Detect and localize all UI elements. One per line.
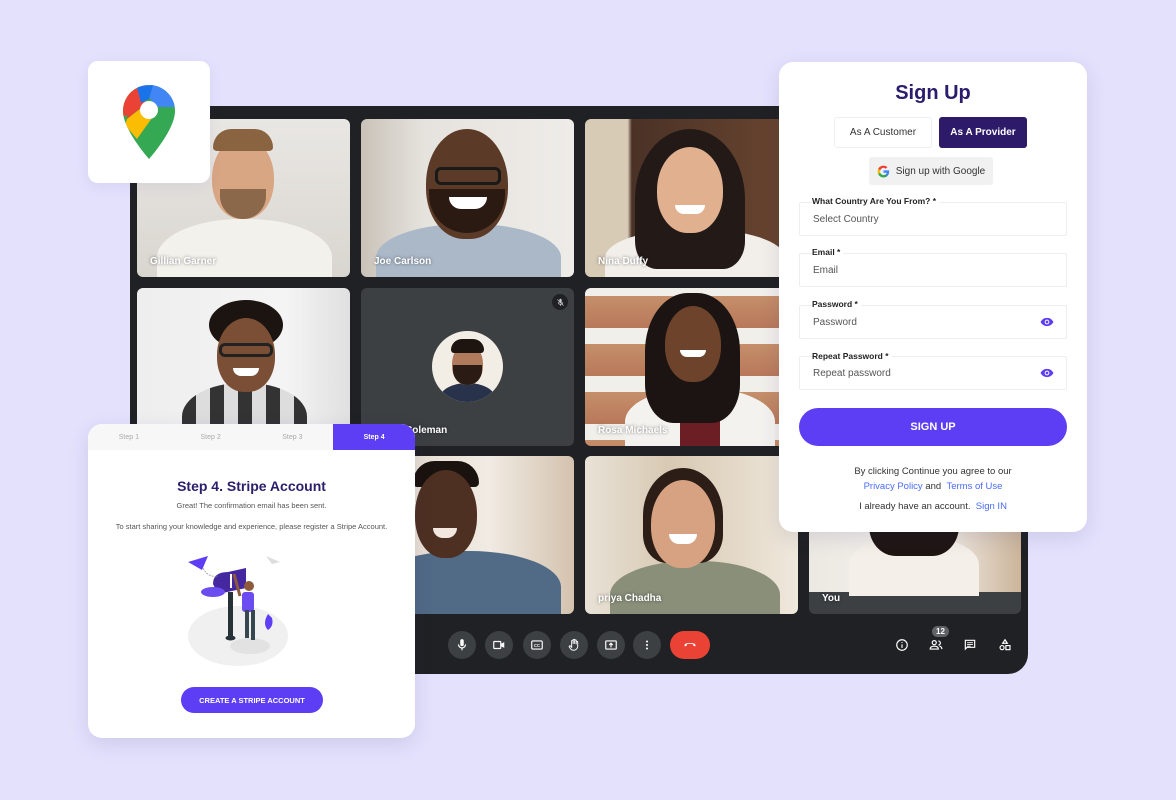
- email-field[interactable]: Email: [799, 253, 1067, 287]
- participant-video: [361, 119, 574, 277]
- step-tab-4[interactable]: Step 4: [333, 424, 415, 450]
- mic-muted-icon: [552, 294, 568, 310]
- microphone-icon: [457, 639, 467, 651]
- role-customer-button[interactable]: As A Customer: [834, 117, 932, 148]
- info-icon: [896, 639, 908, 651]
- role-provider-button[interactable]: As A Provider: [939, 117, 1027, 148]
- participant-name: You: [822, 593, 841, 604]
- participant-name: Nina Duffy: [598, 256, 648, 267]
- participant-tile[interactable]: priya Chadha: [585, 456, 798, 614]
- stripe-title: Step 4. Stripe Account: [177, 478, 326, 494]
- and-text: and: [925, 481, 942, 492]
- password-placeholder: Password: [813, 316, 857, 328]
- participant-name: Joe Carlson: [374, 256, 432, 267]
- terms-prefix: By clicking Continue you agree to our: [854, 466, 1012, 477]
- privacy-policy-link[interactable]: Privacy Policy: [864, 481, 923, 492]
- email-placeholder: Email: [813, 264, 839, 276]
- chat-icon: [964, 639, 976, 651]
- country-select[interactable]: Select Country: [799, 202, 1067, 236]
- terms-text: By clicking Continue you agree to our Pr…: [779, 464, 1087, 514]
- country-label: What Country Are You From? *: [812, 196, 940, 206]
- google-signup-button[interactable]: Sign up with Google: [869, 157, 993, 185]
- participant-tile[interactable]: Coleman: [361, 288, 574, 446]
- participant-tile[interactable]: [137, 288, 350, 446]
- chat-button[interactable]: [961, 636, 979, 654]
- participant-tile[interactable]: Rosa Michaels: [585, 288, 798, 446]
- create-stripe-account-button[interactable]: CREATE A STRIPE ACCOUNT: [181, 687, 323, 713]
- hangup-icon: [684, 643, 696, 647]
- sign-in-link[interactable]: Sign IN: [976, 501, 1007, 512]
- microphone-button[interactable]: [448, 631, 476, 659]
- people-icon: [929, 640, 943, 650]
- step-tabs: Step 1 Step 2 Step 3 Step 4: [88, 424, 415, 450]
- participant-video: [137, 288, 350, 446]
- participant-video: [585, 456, 798, 614]
- country-select-value: Select Country: [813, 213, 879, 225]
- hand-icon: [568, 638, 579, 651]
- participant-name: priya Chadha: [598, 593, 662, 604]
- captions-button[interactable]: CC: [523, 631, 551, 659]
- participant-name: Gillian Garner: [150, 256, 217, 267]
- activities-icon: [999, 638, 1011, 651]
- more-options-button[interactable]: [633, 631, 661, 659]
- info-button[interactable]: [893, 636, 911, 654]
- terms-of-use-link[interactable]: Terms of Use: [946, 481, 1002, 492]
- participant-tile[interactable]: Joe Carlson: [361, 119, 574, 277]
- repeat-password-label: Repeat Password *: [812, 351, 892, 361]
- participant-tile[interactable]: Nina Duffy: [585, 119, 798, 277]
- mailbox-illustration: [188, 556, 288, 666]
- participant-video: [585, 119, 798, 277]
- captions-icon: CC: [531, 640, 543, 650]
- confirmation-message: Great! The confirmation email has been s…: [176, 501, 327, 510]
- avatar: [432, 331, 503, 402]
- password-label: Password *: [812, 299, 861, 309]
- background: Gillian Garner Joe Carlson Nina Duffy Co…: [0, 0, 1176, 800]
- show-repeat-password-icon[interactable]: [1040, 368, 1054, 378]
- activities-button[interactable]: [996, 636, 1014, 654]
- have-account-text: I already have an account.: [859, 501, 971, 512]
- step-tab-1[interactable]: Step 1: [88, 424, 170, 450]
- signup-form-card: Sign Up As A Customer As A Provider Sign…: [779, 62, 1087, 532]
- google-maps-card[interactable]: [88, 61, 210, 183]
- present-button[interactable]: [597, 631, 625, 659]
- signup-title: Sign Up: [895, 82, 971, 104]
- hangup-button[interactable]: [670, 631, 710, 659]
- email-label: Email *: [812, 247, 844, 257]
- present-screen-icon: [605, 640, 617, 650]
- repeat-password-placeholder: Repeat password: [813, 367, 891, 379]
- signup-submit-button[interactable]: SIGN UP: [799, 408, 1067, 446]
- more-vert-icon: [645, 640, 649, 650]
- google-signup-label: Sign up with Google: [895, 165, 986, 177]
- people-button[interactable]: 12: [927, 626, 949, 654]
- camera-icon: [493, 640, 505, 650]
- show-password-icon[interactable]: [1040, 317, 1054, 327]
- svg-text:CC: CC: [534, 643, 540, 648]
- raise-hand-button[interactable]: [560, 631, 588, 659]
- stripe-description: To start sharing your knowledge and expe…: [115, 522, 388, 531]
- participant-video: [585, 288, 798, 446]
- step-tab-2[interactable]: Step 2: [170, 424, 252, 450]
- stripe-onboarding-card: Step 1 Step 2 Step 3 Step 4 Step 4. Stri…: [88, 424, 415, 738]
- participant-name: Rosa Michaels: [598, 425, 668, 436]
- password-field[interactable]: Password: [799, 305, 1067, 339]
- step-tab-3[interactable]: Step 3: [252, 424, 334, 450]
- people-count-badge: 12: [932, 626, 949, 637]
- google-icon: [877, 165, 889, 177]
- google-maps-icon: [123, 85, 175, 159]
- camera-button[interactable]: [485, 631, 513, 659]
- repeat-password-field[interactable]: Repeat password: [799, 356, 1067, 390]
